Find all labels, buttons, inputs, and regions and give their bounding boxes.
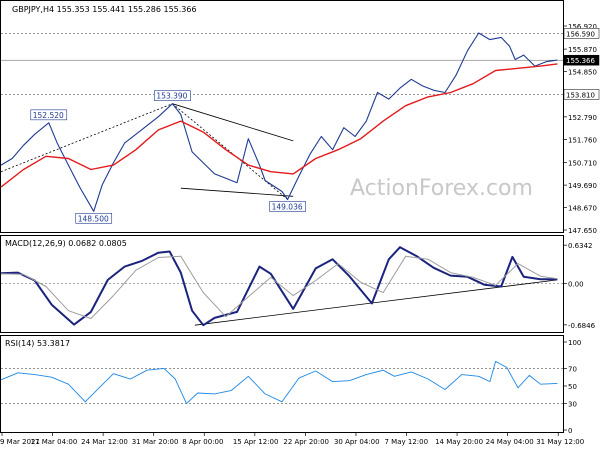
price-level-label: 155.366	[566, 57, 595, 65]
price-y-tick-label: 152.790	[568, 114, 597, 122]
price-y-tick-label: 155.870	[568, 46, 597, 54]
price-annotation-label: 153.390	[156, 92, 187, 101]
rsi-y-tick-label: 0	[568, 427, 572, 435]
rsi-y-tick-label: 70	[568, 365, 577, 373]
price-level-label: 156.590	[566, 30, 595, 38]
x-tick-label: 24 May 04:00	[486, 438, 534, 446]
rsi-y-tick-label: 30	[568, 401, 577, 409]
macd-y-tick-label: 0.00	[568, 280, 584, 288]
x-tick-label: 24 Mar 12:00	[81, 438, 128, 446]
price-panel-header: GBPJPY,H4 155.353 155.441 155.286 155.36…	[12, 5, 197, 14]
x-tick-label: 7 May 12:00	[385, 438, 429, 446]
price-annotation-label: 152.520	[33, 111, 64, 120]
x-tick-label: 30 Apr 04:00	[334, 438, 380, 446]
price-level-label: 153.810	[566, 91, 595, 99]
price-y-tick-label: 149.690	[568, 182, 597, 190]
forex-chart: ActionForex.com GBPJPY,H4 155.353 155.44…	[0, 0, 600, 450]
x-tick-label: 17 Mar 04:00	[31, 438, 78, 446]
price-y-tick-label: 150.710	[568, 160, 597, 168]
chart-background	[0, 0, 600, 450]
price-y-tick-label: 148.670	[568, 205, 597, 213]
rsi-panel-header: RSI(14) 53.3817	[5, 339, 70, 348]
price-annotation-label: 148.500	[78, 214, 109, 223]
price-annotation-label: 149.036	[272, 202, 303, 211]
x-tick-label: 31 Mar 20:00	[132, 438, 179, 446]
price-y-tick-label: 151.760	[568, 137, 597, 145]
macd-panel-header: MACD(12,26,9) 0.0682 0.0805	[5, 239, 127, 248]
rsi-y-tick-label: 100	[568, 339, 581, 347]
rsi-y-tick-label: 50	[568, 383, 577, 391]
x-tick-label: 31 May 12:00	[536, 438, 584, 446]
macd-y-tick-label: 0.6342	[568, 242, 593, 250]
x-tick-label: 15 Apr 12:00	[233, 438, 279, 446]
price-y-tick-label: 147.650	[568, 227, 597, 235]
macd-y-tick-label: -0.6846	[568, 322, 596, 330]
price-y-tick-label: 154.850	[568, 69, 597, 77]
watermark: ActionForex.com	[350, 176, 533, 201]
x-tick-label: 22 Apr 20:00	[283, 438, 329, 446]
x-tick-label: 14 May 20:00	[435, 438, 483, 446]
x-tick-label: 8 Apr 00:00	[182, 438, 223, 446]
